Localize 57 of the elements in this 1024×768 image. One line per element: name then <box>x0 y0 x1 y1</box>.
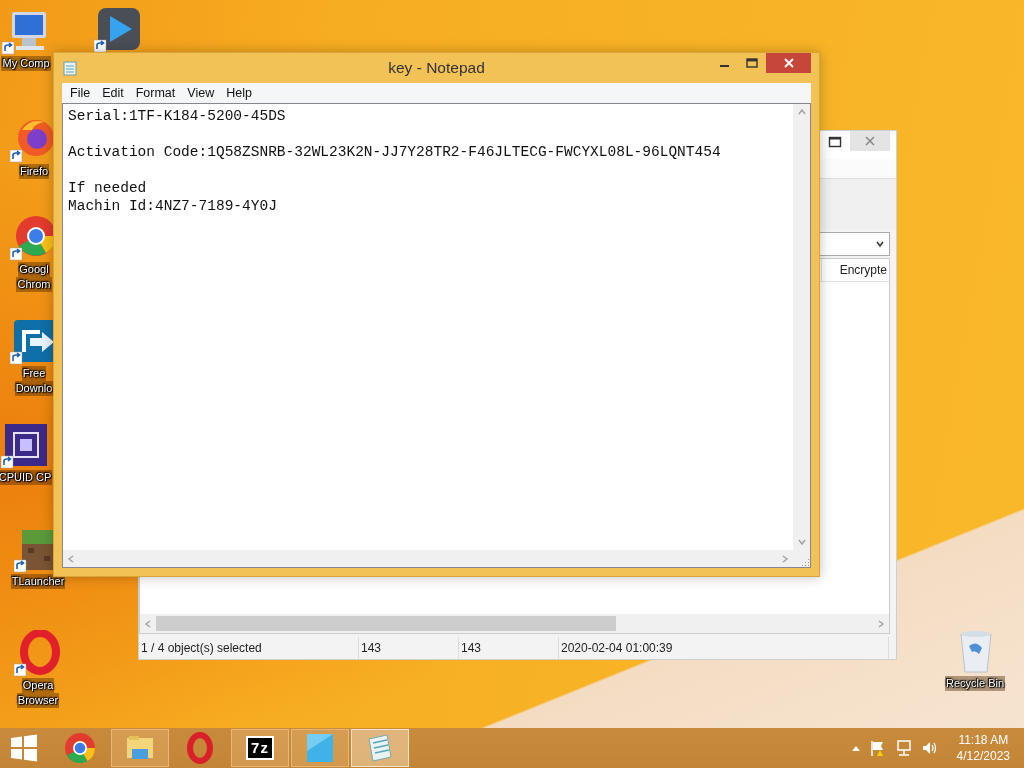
vertical-scrollbar[interactable] <box>793 104 810 550</box>
icon-label: Opera <box>21 678 55 693</box>
caret-up-icon[interactable] <box>850 744 861 752</box>
menu-item[interactable]: Format <box>129 83 182 103</box>
time-text: 11:18 AM <box>958 732 1009 748</box>
7zip-logo: 7z <box>246 736 274 760</box>
text-line: Activation Code:1Q58ZSNRB-32WL23K2N-JJ7Y28TR2-F46JLTECG-FWCYXL08L-96LQNT454 <box>68 143 721 161</box>
chevron-down-icon <box>875 239 885 249</box>
icon-label: Browser <box>16 693 60 708</box>
icon-label: Downlo <box>14 381 54 396</box>
scroll-left-icon[interactable] <box>143 618 153 629</box>
date-text: 4/12/2023 <box>956 748 1010 764</box>
icon-label: Free <box>21 366 47 381</box>
close-icon <box>865 136 875 146</box>
network-icon[interactable] <box>894 739 913 757</box>
windows-icon <box>10 734 38 762</box>
maximize-icon <box>746 58 758 68</box>
scroll-left-icon[interactable] <box>66 553 76 564</box>
status-text: 143 <box>359 637 459 659</box>
icon-label: CPUID CP <box>0 470 53 485</box>
chip-icon <box>1 422 49 470</box>
menu-item[interactable]: View <box>181 83 221 103</box>
menu-item[interactable]: Help <box>220 83 258 103</box>
menu-item[interactable]: Edit <box>96 83 130 103</box>
minimize-icon <box>719 65 729 67</box>
chrome-icon <box>63 731 97 765</box>
maximize-icon[interactable] <box>828 135 842 149</box>
text-line: Serial:1TF-K184-5200-45DS <box>68 107 286 125</box>
menu-item[interactable]: File <box>64 83 97 103</box>
icon-label: Recycle Bin <box>944 676 1006 691</box>
horizontal-scrollbar[interactable] <box>140 614 889 633</box>
scroll-down-icon[interactable] <box>796 537 807 547</box>
scroll-right-icon[interactable] <box>780 553 790 564</box>
status-text: 143 <box>459 637 559 659</box>
taskbar-button[interactable]: 7z <box>231 729 289 767</box>
opera-icon <box>14 630 62 678</box>
text-line: Machin Id:4NZ7-7189-4Y0J <box>68 197 277 215</box>
status-text: 1 / 4 object(s) selected <box>139 637 359 659</box>
horizontal-scrollbar[interactable] <box>63 550 793 567</box>
icon-label: Googl <box>18 262 50 277</box>
grip-icon <box>800 557 810 567</box>
text-area[interactable]: Serial:1TF-K184-5200-45DS Activation Code:1Q58ZSNRB-32WL23K2N-JJ7Y28TR2-F46JLTECG-FWCYXL08L-96LQNT454 If needed Machin Id:4NZ7-7189-4Y0J <box>62 103 811 568</box>
close-button[interactable] <box>850 131 890 151</box>
text-line: If needed <box>68 179 147 197</box>
play-icon <box>94 6 142 54</box>
icon-label: Firefo <box>18 164 50 179</box>
scroll-right-icon[interactable] <box>876 618 886 629</box>
icon-label: Chrom <box>16 277 52 292</box>
status-text: 2020-02-04 01:00:39 <box>559 637 889 659</box>
icon-label: My Comp <box>1 56 51 71</box>
close-button[interactable] <box>766 53 811 73</box>
scroll-up-icon[interactable] <box>796 107 807 117</box>
taskbar-button[interactable] <box>351 729 409 767</box>
window-title: key - Notepad <box>387 59 486 77</box>
notepad-icon <box>62 60 78 76</box>
taskbar-button[interactable] <box>111 729 169 767</box>
close-icon <box>783 58 794 68</box>
